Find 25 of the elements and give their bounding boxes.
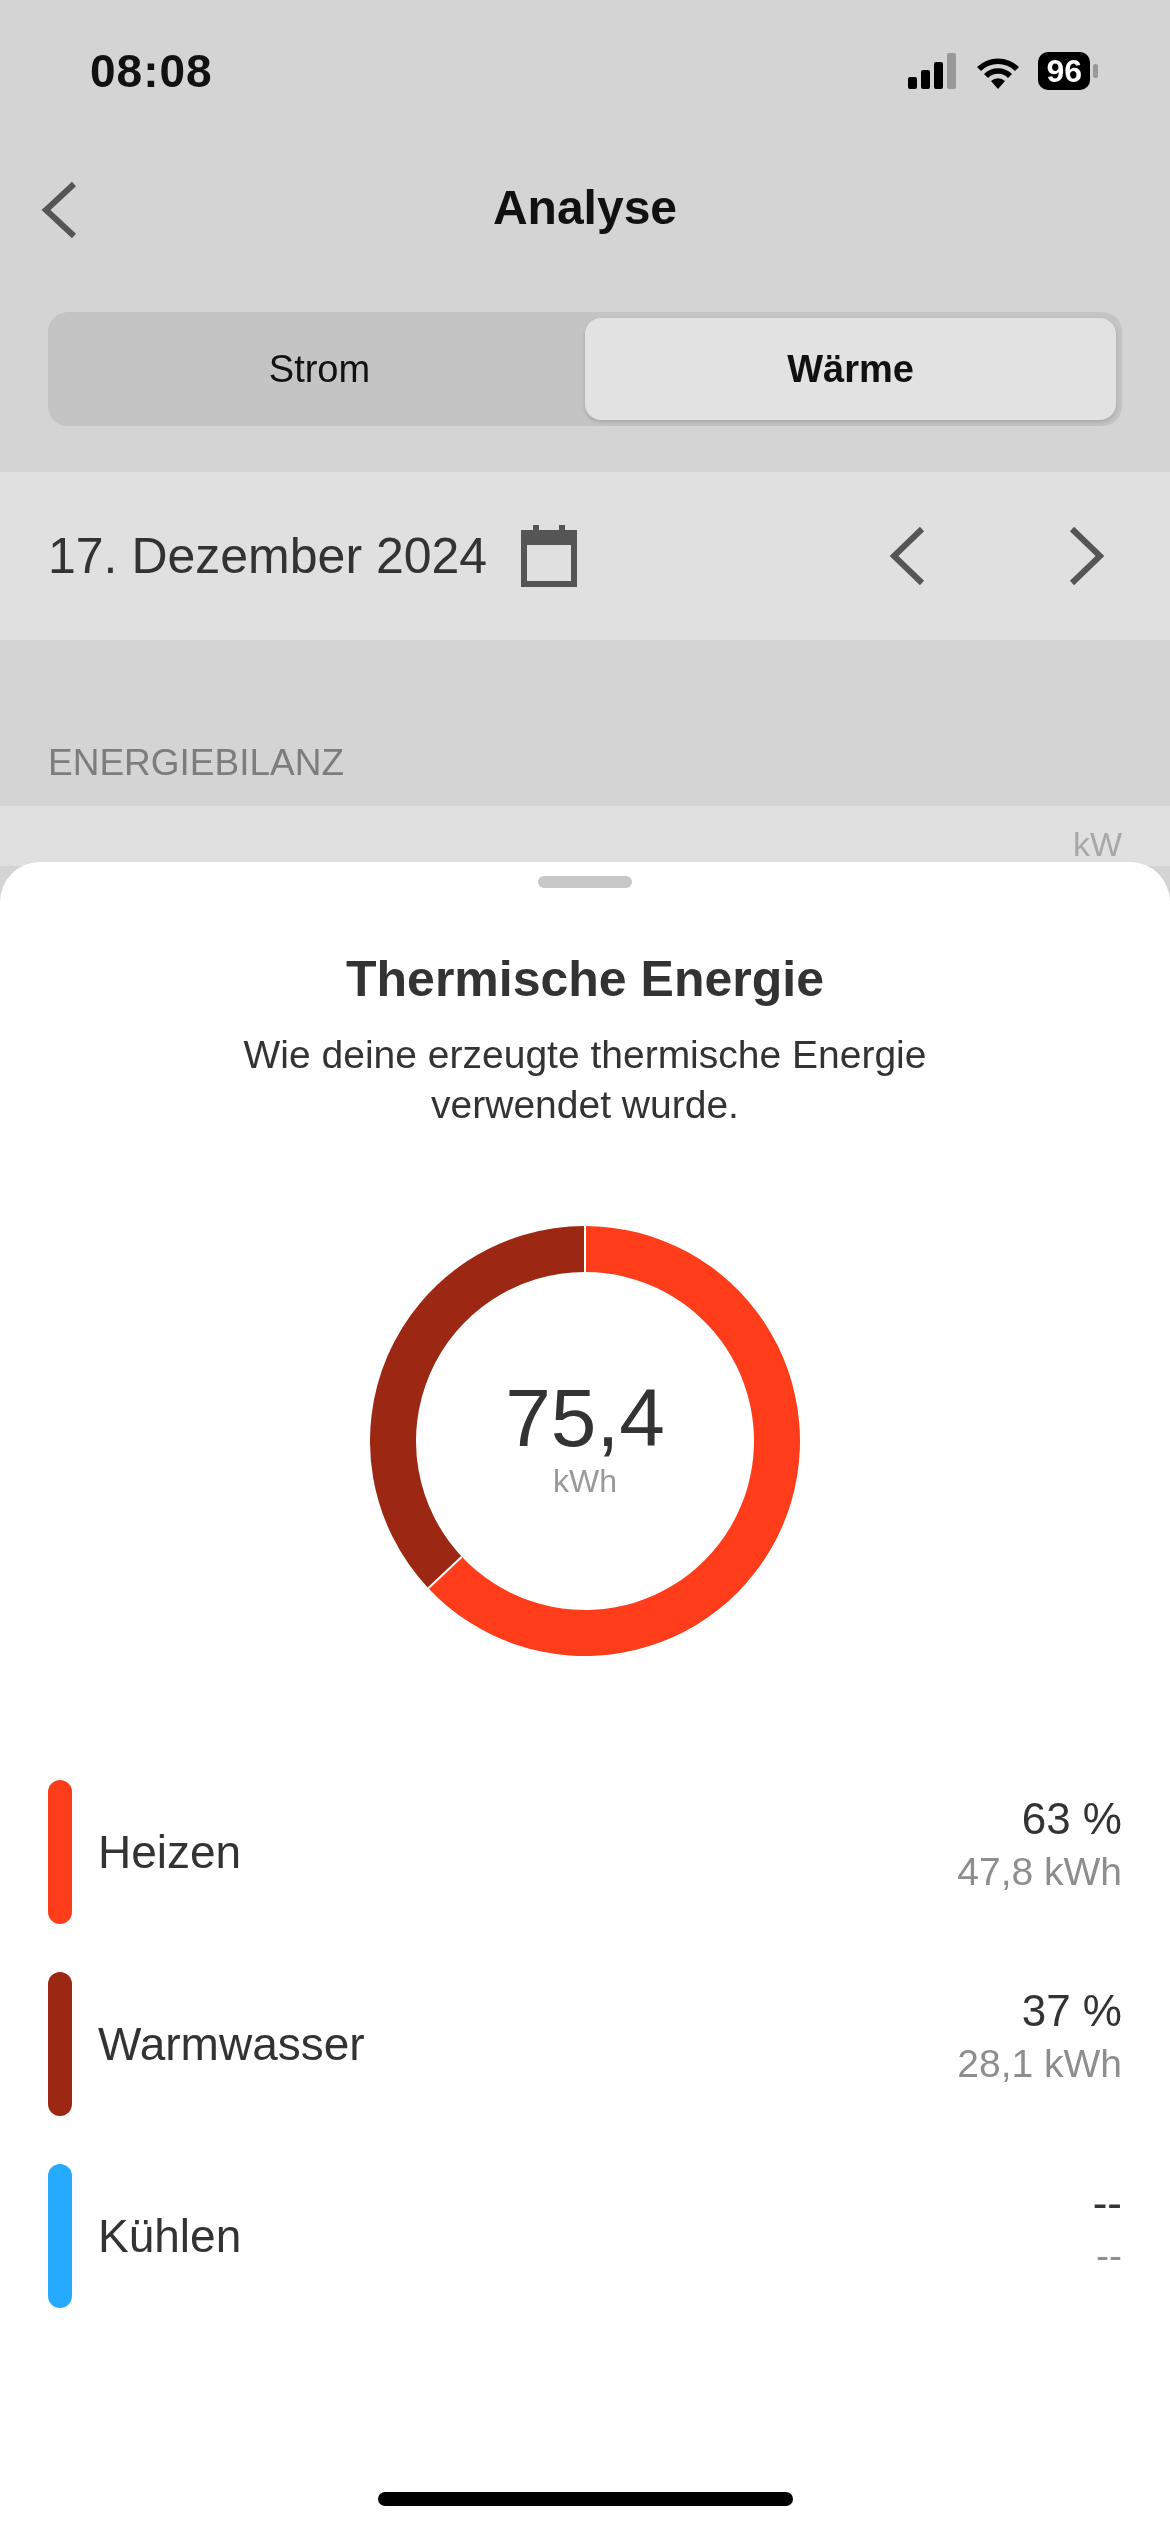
sheet-subtitle: Wie deine erzeugte thermische Energie verwendet wurde.	[242, 1032, 928, 1128]
legend-percent: 63 %	[1021, 1794, 1122, 1844]
legend-amount: 47,8 kWh	[957, 1850, 1122, 1894]
legend-amount: 28,1 kWh	[957, 2042, 1122, 2086]
sheet-handle[interactable]	[538, 876, 632, 888]
axis-unit: kW	[1072, 824, 1122, 865]
date-label[interactable]: 17. Dezember 2024	[48, 527, 488, 585]
legend-percent: 37 %	[1021, 1986, 1122, 2036]
segment-tab[interactable]: Wärme	[585, 318, 1116, 420]
signal-icon	[908, 53, 959, 89]
legend-percent: --	[1092, 2178, 1122, 2228]
legend-label: Kühlen	[98, 2209, 243, 2263]
battery-level: 96	[1038, 52, 1090, 90]
sheet-title: Thermische Energie	[345, 950, 825, 1008]
section-header: ENERGIEBILANZ	[48, 742, 345, 784]
screen-title: Analyse	[492, 179, 678, 235]
legend-amount: --	[1096, 2234, 1122, 2278]
segment-tab[interactable]: Strom	[54, 318, 585, 420]
battery-tip-icon	[1093, 64, 1098, 78]
legend-label: Warmwasser	[98, 2017, 366, 2071]
status-time: 08:08	[90, 44, 213, 98]
total-value: 75,4	[505, 1372, 665, 1463]
calendar-icon[interactable]	[521, 525, 578, 587]
legend-label: Heizen	[98, 1825, 243, 1879]
total-unit: kWh	[553, 1462, 617, 1500]
